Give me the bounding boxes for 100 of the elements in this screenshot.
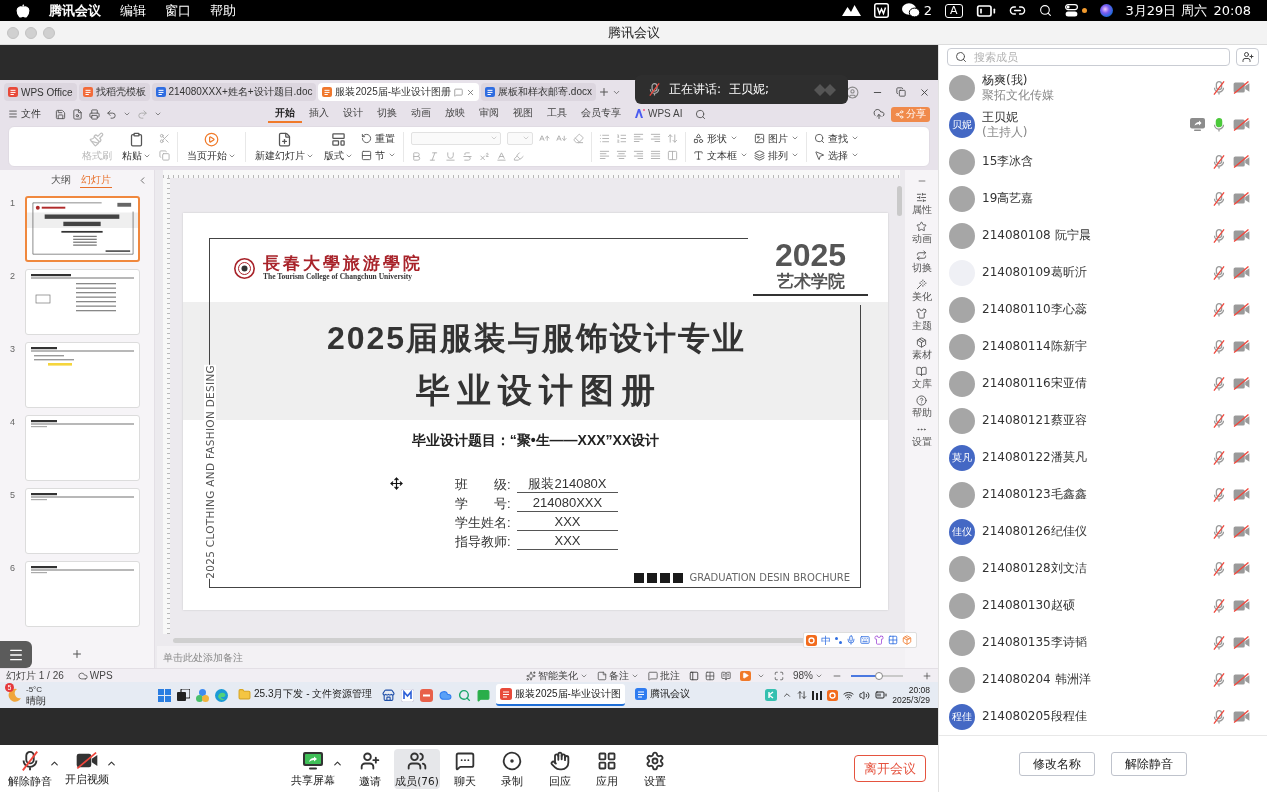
ribbon-tab[interactable]: 视图 xyxy=(506,105,540,123)
leave-meeting-button[interactable]: 离开会议 xyxy=(854,755,926,782)
numbered-list-icon[interactable] xyxy=(615,132,627,144)
panel-tab[interactable]: 大纲 xyxy=(50,172,72,188)
wifi-icon[interactable] xyxy=(843,689,855,701)
paste-button[interactable]: 粘贴 xyxy=(119,132,153,161)
record-button[interactable]: 录制 xyxy=(489,748,535,789)
chevron-down-icon[interactable] xyxy=(154,110,162,118)
side-tool-button[interactable]: 动画 xyxy=(911,221,932,244)
align-right-icon[interactable] xyxy=(632,150,644,160)
scrollbar[interactable] xyxy=(897,186,902,216)
ribbon-tab[interactable]: 审阅 xyxy=(472,105,506,123)
camera-off-icon[interactable] xyxy=(1233,192,1250,205)
camera-off-icon[interactable] xyxy=(1233,118,1250,131)
document-tab[interactable]: 展板和样衣邮寄.docx xyxy=(481,83,596,101)
taskbar-window[interactable]: 腾讯会议 xyxy=(630,684,694,706)
reset-button[interactable]: 重置 xyxy=(360,132,395,144)
side-tool-button[interactable]: 文库 xyxy=(911,366,932,389)
camera-off-icon[interactable] xyxy=(1233,377,1250,390)
side-tool-button[interactable]: 属性 xyxy=(911,192,932,215)
file-search-icon[interactable] xyxy=(72,108,83,120)
search-icon[interactable] xyxy=(1038,4,1052,17)
menu-item[interactable]: 窗口 xyxy=(165,0,191,21)
apps-button[interactable]: 应用 xyxy=(584,748,630,789)
camera-off-icon[interactable] xyxy=(1233,266,1250,279)
input-mode-indicator[interactable]: A xyxy=(945,3,963,18)
cloud-icon[interactable] xyxy=(439,688,453,702)
members-button[interactable]: 成员(76) xyxy=(394,748,440,789)
lines-icon[interactable] xyxy=(632,133,644,143)
store-icon[interactable] xyxy=(382,688,396,702)
search-field[interactable]: 搜索成员 xyxy=(947,48,1230,66)
reactions-button[interactable]: 回应 xyxy=(536,748,583,789)
camera-off-icon[interactable] xyxy=(1233,636,1250,649)
microphone-off-icon[interactable] xyxy=(1212,376,1226,391)
camera-off-icon[interactable] xyxy=(1233,155,1250,168)
font-size-field[interactable] xyxy=(506,131,533,145)
logo-icon[interactable] xyxy=(806,634,817,646)
insert-button[interactable]: 文本框 xyxy=(692,149,748,161)
grid-icon[interactable] xyxy=(888,635,898,645)
microphone-off-icon[interactable] xyxy=(1212,635,1226,650)
menu-button[interactable] xyxy=(0,641,32,668)
insert-button[interactable]: 图片 xyxy=(753,132,799,144)
play-button[interactable]: 当页开始 xyxy=(184,132,238,161)
select-button[interactable]: 选择 xyxy=(813,149,859,161)
close-icon[interactable] xyxy=(919,86,930,98)
layout-button[interactable]: 版式 xyxy=(321,132,355,161)
beautify-button[interactable]: 智能美化 xyxy=(526,669,588,682)
camera-off-icon[interactable] xyxy=(1233,673,1250,686)
taskbar-window[interactable]: 服装2025届-毕业设计图 xyxy=(496,684,625,706)
volume-icon[interactable] xyxy=(859,689,871,701)
microphone-off-icon[interactable] xyxy=(1212,80,1226,95)
menu-item[interactable]: 编辑 xyxy=(120,0,146,21)
apple-logo-icon[interactable] xyxy=(16,3,30,18)
rename-button[interactable]: 修改名称 xyxy=(1019,752,1095,776)
bullet-list-icon[interactable] xyxy=(598,132,610,144)
microphone-off-icon[interactable] xyxy=(1212,709,1226,724)
camera-off-icon[interactable] xyxy=(1233,488,1250,501)
microphone-off-icon[interactable] xyxy=(1212,191,1226,206)
chevron-up-icon[interactable] xyxy=(782,690,793,700)
chat-icon[interactable] xyxy=(477,688,491,702)
zoom-button[interactable]: 98% xyxy=(793,669,823,682)
user-icon[interactable] xyxy=(846,85,859,99)
undo-icon[interactable] xyxy=(106,108,117,120)
clock-button[interactable]: 20:08 2025/3/29 xyxy=(892,685,930,705)
logo-icon[interactable] xyxy=(827,689,839,701)
microphone-off-icon[interactable] xyxy=(1212,524,1226,539)
line-spacing-icon[interactable] xyxy=(666,132,678,144)
comments-button[interactable]: 批注 xyxy=(648,669,680,682)
document-tab[interactable]: 找稻壳模板 xyxy=(78,83,150,101)
orb-icon[interactable] xyxy=(1099,4,1113,17)
close-icon[interactable] xyxy=(466,87,476,97)
taskbar-window[interactable]: 25.3月下发 - 文件资源管理 xyxy=(234,684,377,706)
notes-button[interactable]: 备注 xyxy=(597,669,639,682)
microphone-off-icon[interactable] xyxy=(1212,302,1226,317)
restore-icon[interactable] xyxy=(896,87,906,97)
bars-icon[interactable] xyxy=(812,690,823,700)
start-icon[interactable] xyxy=(158,688,171,702)
document-tab[interactable]: 214080XXX+姓名+设计题目.doc xyxy=(151,83,317,101)
menu-item[interactable]: 腾讯会议 xyxy=(49,0,101,21)
microphone-off-icon[interactable] xyxy=(1212,228,1226,243)
ribbon-tab[interactable]: WPS AI xyxy=(628,105,690,123)
reading-view-icon[interactable] xyxy=(721,670,731,681)
microphone-off-icon[interactable] xyxy=(1212,450,1226,465)
ribbon-tab[interactable]: 动画 xyxy=(404,105,438,123)
insert-button[interactable]: 形状 xyxy=(692,132,738,144)
menu-item[interactable]: 帮助 xyxy=(210,0,236,21)
side-tool-button[interactable]: 素材 xyxy=(911,337,932,360)
columns-icon[interactable] xyxy=(666,149,678,161)
microphone-off-icon[interactable] xyxy=(1212,561,1226,576)
cloud-button[interactable]: WPS xyxy=(77,669,113,682)
side-tool-button[interactable]: 帮助 xyxy=(911,395,932,418)
mountain-icon[interactable] xyxy=(841,5,861,16)
grid-view-icon[interactable] xyxy=(705,670,715,681)
chat-bubbles-icon[interactable] xyxy=(901,3,920,18)
font-name-field[interactable] xyxy=(410,131,501,145)
side-tool-button[interactable]: 主题 xyxy=(911,308,932,331)
camera-off-icon[interactable] xyxy=(1233,451,1250,464)
input-mode-button[interactable]: 中 xyxy=(821,634,831,646)
shirt-icon[interactable] xyxy=(874,635,884,645)
ribbon-tab[interactable]: 放映 xyxy=(438,105,472,123)
